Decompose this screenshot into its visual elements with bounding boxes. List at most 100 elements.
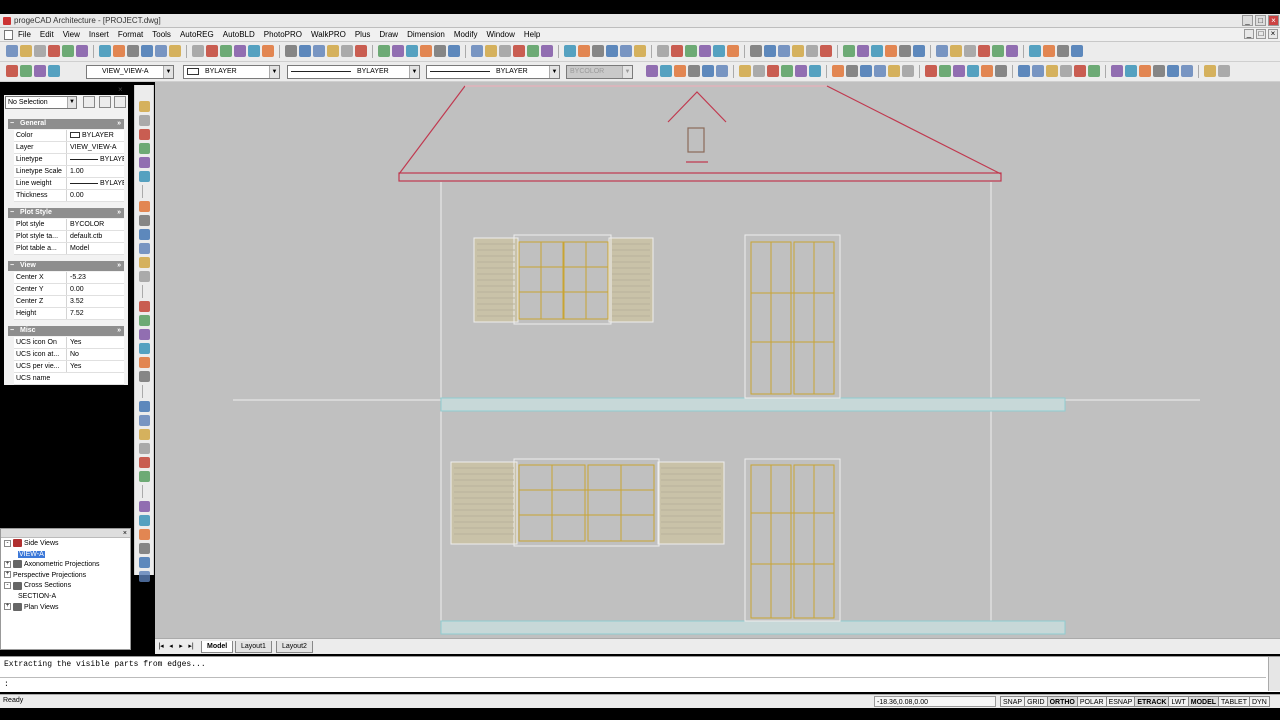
property-value[interactable]: 0.00 <box>66 190 124 201</box>
minimize-button[interactable]: _ <box>1242 15 1253 26</box>
move-icon[interactable] <box>139 301 150 312</box>
property-value[interactable]: BYCOLOR <box>66 219 124 230</box>
match-icon[interactable] <box>127 45 139 57</box>
block-icon[interactable] <box>139 257 150 268</box>
tab-layout1[interactable]: Layout1 <box>235 641 272 653</box>
expand-icon[interactable]: + <box>4 560 11 568</box>
property-value[interactable]: 7.52 <box>66 308 124 319</box>
modify-icon[interactable] <box>248 45 260 57</box>
orbit-icon[interactable] <box>795 65 807 77</box>
menu-item-view[interactable]: View <box>63 30 80 39</box>
menu-item-plus[interactable]: Plus <box>355 30 371 39</box>
plot-icon[interactable] <box>739 65 751 77</box>
zoom-icon[interactable] <box>485 45 497 57</box>
hatch-icon[interactable] <box>902 65 914 77</box>
property-row[interactable]: Center Y 0.00 <box>14 284 124 296</box>
hatch-icon[interactable] <box>139 229 150 240</box>
save-icon[interactable] <box>964 45 976 57</box>
tab-layout2[interactable]: Layout2 <box>276 641 313 653</box>
print-icon[interactable] <box>978 45 990 57</box>
property-category-misc[interactable]: − Misc » <box>8 326 124 336</box>
color-combo[interactable]: BYLAYER ▼ <box>183 65 280 79</box>
property-row[interactable]: Plot style BYCOLOR <box>14 219 124 231</box>
layer-icon[interactable] <box>513 45 525 57</box>
modify-icon[interactable] <box>564 45 576 57</box>
linetype-combo[interactable]: BYLAYER ▼ <box>287 65 420 79</box>
tree-item[interactable]: - Side Views <box>4 539 59 549</box>
redo-icon[interactable] <box>155 45 167 57</box>
property-row[interactable]: UCS icon On Yes <box>14 337 124 349</box>
shade-icon[interactable] <box>1088 65 1100 77</box>
circle-icon[interactable] <box>139 143 150 154</box>
menu-item-dimension[interactable]: Dimension <box>407 30 445 39</box>
property-row[interactable]: Plot table a... Model <box>14 243 124 255</box>
status-toggle-etrack[interactable]: ETRACK <box>1135 696 1170 707</box>
plot-icon[interactable] <box>1046 65 1058 77</box>
snap-icon[interactable] <box>578 45 590 57</box>
prev-tab-icon[interactable]: ◂ <box>167 642 175 651</box>
property-row[interactable]: UCS icon at... No <box>14 349 124 361</box>
view-top-icon[interactable] <box>967 65 979 77</box>
property-value[interactable]: Yes <box>66 361 124 372</box>
new-icon[interactable] <box>936 45 948 57</box>
ucs-icon[interactable] <box>1181 65 1193 77</box>
pan-icon[interactable] <box>499 45 511 57</box>
menu-item-edit[interactable]: Edit <box>40 30 54 39</box>
close-icon[interactable]: × <box>123 529 127 538</box>
last-tab-icon[interactable]: ▸| <box>187 642 195 651</box>
menu-item-autoreg[interactable]: AutoREG <box>180 30 214 39</box>
new-icon[interactable] <box>313 45 325 57</box>
view-top-icon[interactable] <box>660 65 672 77</box>
property-row[interactable]: Thickness 0.00 <box>14 190 124 202</box>
view-icon[interactable] <box>285 45 297 57</box>
status-toggle-lwt[interactable]: LWT <box>1169 696 1189 707</box>
point-icon[interactable] <box>139 543 150 554</box>
spline-icon[interactable] <box>139 215 150 226</box>
preview-icon[interactable] <box>992 45 1004 57</box>
property-row[interactable]: Line weight BYLAYER <box>14 178 124 190</box>
line-icon[interactable] <box>139 357 150 368</box>
status-toggle-grid[interactable]: GRID <box>1025 696 1048 707</box>
tree-item[interactable]: + Axonometric Projections <box>4 560 99 570</box>
polyline-icon[interactable] <box>139 371 150 382</box>
paste-icon[interactable] <box>420 45 432 57</box>
undo-icon[interactable] <box>764 45 776 57</box>
snap-icon[interactable] <box>262 45 274 57</box>
status-toggle-model[interactable]: MODEL <box>1188 696 1220 707</box>
rotate-icon[interactable] <box>139 315 150 326</box>
property-row[interactable]: Height 7.52 <box>14 308 124 320</box>
status-toggle-tablet[interactable]: TABLET <box>1219 696 1250 707</box>
paste-icon[interactable] <box>727 45 739 57</box>
ellipse-icon[interactable] <box>139 201 150 212</box>
polygon-icon[interactable] <box>139 171 150 182</box>
view-side-icon[interactable] <box>1153 65 1165 77</box>
property-value[interactable]: BYLAYER <box>66 130 124 141</box>
print-icon[interactable] <box>355 45 367 57</box>
shade-icon[interactable] <box>939 65 951 77</box>
ucs-icon[interactable] <box>1032 65 1044 77</box>
status-toggle-dyn[interactable]: DYN <box>1249 696 1270 707</box>
properties-icon[interactable] <box>843 45 855 57</box>
hatch-icon[interactable] <box>1218 65 1230 77</box>
redo-icon[interactable] <box>778 45 790 57</box>
property-value[interactable]: Yes <box>66 337 124 348</box>
status-toggle-polar[interactable]: POLAR <box>1077 696 1107 707</box>
scale-icon[interactable] <box>139 329 150 340</box>
paste-icon[interactable] <box>113 45 125 57</box>
view-front-icon[interactable] <box>981 65 993 77</box>
property-row[interactable]: UCS per vie... Yes <box>14 361 124 373</box>
draw-icon[interactable] <box>541 45 553 57</box>
match-icon[interactable] <box>1057 45 1069 57</box>
property-row[interactable]: Color BYLAYER <box>14 130 124 142</box>
undo-icon[interactable] <box>448 45 460 57</box>
palette-close-icon[interactable]: × <box>118 85 123 94</box>
menu-item-help[interactable]: Help <box>524 30 540 39</box>
preview-icon[interactable] <box>378 45 390 57</box>
hatch-icon[interactable] <box>753 65 765 77</box>
layer-on-icon[interactable] <box>20 65 32 77</box>
undo-icon[interactable] <box>1071 45 1083 57</box>
rotate-icon[interactable] <box>139 571 150 582</box>
copy-icon[interactable] <box>406 45 418 57</box>
command-input[interactable]: : <box>0 677 1266 691</box>
undo-icon[interactable] <box>141 45 153 57</box>
